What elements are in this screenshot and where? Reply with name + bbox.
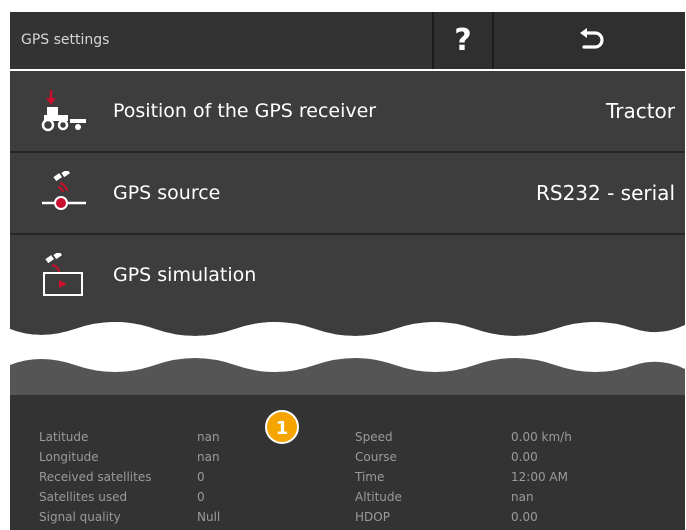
row-value: Tractor [605,99,675,123]
gps-info-panel: Latitude Longitude Received satellites S… [10,395,685,530]
latitude-label: Latitude [39,430,89,444]
longitude-value: nan [197,450,220,464]
row-gps-simulation[interactable]: GPS simulation [10,235,685,317]
satellites-used-value: 0 [197,490,205,504]
course-value: 0.00 [511,450,538,464]
received-satellites-label: Received satellites [39,470,152,484]
back-button[interactable] [492,12,685,69]
info-values-left: nan nan 0 0 Null [197,427,220,527]
signal-quality-label: Signal quality [39,510,121,524]
satellites-used-label: Satellites used [39,490,128,504]
header-bar: GPS settings ? [10,12,685,69]
row-label: Position of the GPS receiver [113,100,377,122]
satellite-source-icon [42,171,86,210]
row-label: GPS source [113,182,221,204]
row-gps-source[interactable]: GPS source RS232 - serial [10,153,685,235]
info-values-right: 0.00 km/h 0.00 12:00 AM nan 0.00 [511,427,572,527]
signal-quality-value: Null [197,510,221,524]
callout-marker: 1 [265,410,299,444]
cut-separator [10,307,685,407]
help-button[interactable]: ? [432,12,492,69]
altitude-value: nan [511,490,534,504]
info-labels-left: Latitude Longitude Received satellites S… [39,427,151,527]
latitude-value: nan [197,430,220,444]
altitude-label: Altitude [355,490,402,504]
received-satellites-value: 0 [197,470,205,484]
satellite-simulation-icon [43,253,83,296]
longitude-label: Longitude [39,450,99,464]
speed-label: Speed [355,430,393,444]
row-gps-receiver-position[interactable]: Position of the GPS receiver Tractor [10,71,685,153]
info-labels-right: Speed Course Time Altitude HDOP [355,427,402,527]
hdop-value: 0.00 [511,510,538,524]
time-value: 12:00 AM [511,470,568,484]
gps-settings-screen: GPS settings ? Position of the GPS recei… [10,12,685,530]
row-value: RS232 - serial [535,181,675,205]
hdop-label: HDOP [355,510,390,524]
settings-list: Position of the GPS receiver Tractor GPS… [10,71,685,317]
tractor-receiver-icon [41,90,86,132]
return-arrow-icon [579,27,604,49]
time-label: Time [355,470,385,484]
speed-value: 0.00 km/h [511,430,572,444]
course-label: Course [355,450,397,464]
page-title: GPS settings [21,32,110,48]
row-label: GPS simulation [113,264,257,286]
